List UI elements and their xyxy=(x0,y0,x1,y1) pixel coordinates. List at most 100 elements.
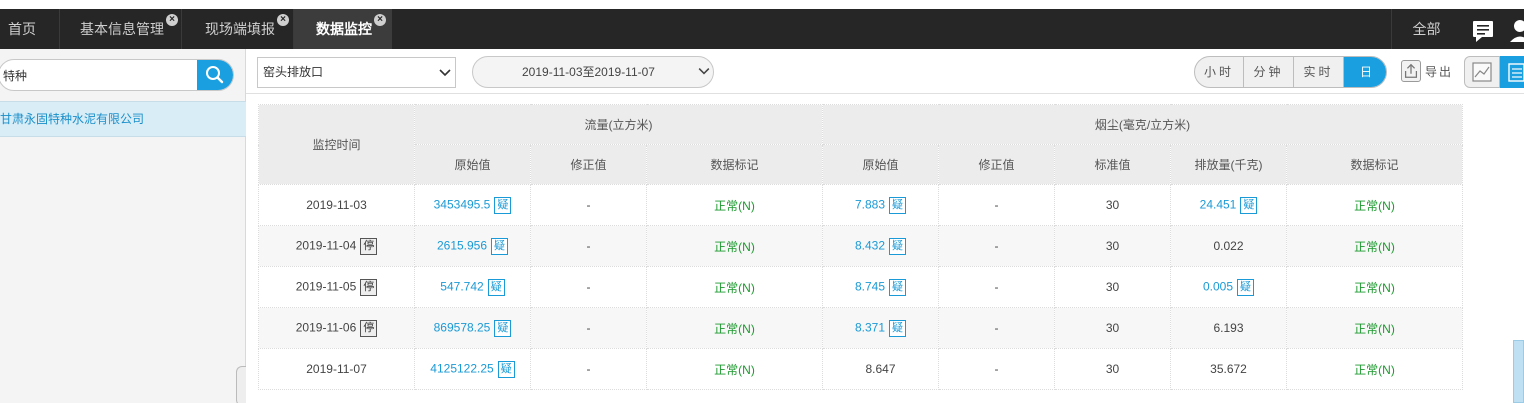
close-icon[interactable]: × xyxy=(166,14,178,26)
stop-tag[interactable]: 停 xyxy=(360,319,378,337)
doubt-tag[interactable]: 疑 xyxy=(1237,278,1255,296)
cell-dust-mark: 正常(N) xyxy=(1286,266,1463,308)
tab-home[interactable]: 首页 xyxy=(0,9,60,49)
date-range-select[interactable]: 2019-11-03至2019-11-07 xyxy=(472,56,714,88)
close-icon[interactable]: × xyxy=(277,14,289,26)
date-value: 2019-11-04 xyxy=(295,238,357,253)
cell-dust-fix: - xyxy=(938,307,1055,349)
outlet-select-value: 窑头排放口 xyxy=(263,65,324,79)
doubt-tag[interactable]: 疑 xyxy=(487,278,505,296)
tab-basic-info[interactable]: 基本信息管理 × xyxy=(60,9,182,49)
doubt-tag[interactable]: 疑 xyxy=(497,360,515,378)
table-row: 2019-11-07 4125122.25 疑 - 正常(N) 8.647 - 3… xyxy=(258,348,1463,390)
cell-dust-raw: 8.647 xyxy=(822,348,939,390)
close-icon[interactable]: × xyxy=(374,14,386,26)
toolbar-divider xyxy=(246,93,1524,94)
group-header-dust: 烟尘(毫克/立方米) xyxy=(822,104,1463,145)
stop-tag[interactable]: 停 xyxy=(360,237,378,255)
message-button[interactable] xyxy=(1464,9,1502,49)
cell-date: 2019-11-04 停 xyxy=(258,225,415,267)
doubt-tag[interactable]: 疑 xyxy=(1240,196,1258,214)
cell-date: 2019-11-07 xyxy=(258,348,415,390)
outlet-select[interactable]: 窑头排放口 xyxy=(257,57,456,88)
stop-tag[interactable]: 停 xyxy=(360,278,378,296)
granularity-minute-button[interactable]: 分钟 xyxy=(1244,57,1294,87)
flow-raw-link[interactable]: 4125122.25 xyxy=(430,361,493,375)
company-list-item[interactable]: 甘肃永固特种水泥有限公司 xyxy=(0,101,246,137)
dust-raw-value: 8.647 xyxy=(865,362,896,376)
doubt-tag[interactable]: 疑 xyxy=(494,196,512,214)
col-header-flow-fix: 修正值 xyxy=(530,144,647,185)
search-button[interactable] xyxy=(197,60,233,90)
cell-flow-mark: 正常(N) xyxy=(646,225,823,267)
cell-date: 2019-11-06 停 xyxy=(258,307,415,349)
doubt-tag[interactable]: 疑 xyxy=(491,237,509,255)
col-header-dust-raw: 原始值 xyxy=(822,144,939,185)
flow-raw-link[interactable]: 2615.956 xyxy=(437,238,487,252)
dust-raw-link[interactable]: 8.432 xyxy=(855,238,885,252)
col-header-time: 监控时间 xyxy=(258,104,415,185)
cell-flow-raw: 869578.25 疑 xyxy=(414,307,531,349)
all-menu-label: 全部 xyxy=(1412,21,1441,37)
granularity-day-button[interactable]: 日 xyxy=(1344,57,1386,87)
doubt-tag[interactable]: 疑 xyxy=(889,237,907,255)
search-input[interactable] xyxy=(0,60,199,90)
message-icon xyxy=(1473,21,1493,42)
dust-emit-link[interactable]: 0.005 xyxy=(1203,279,1233,293)
chevron-down-icon xyxy=(439,69,451,77)
cell-dust-std: 30 xyxy=(1054,307,1171,349)
cell-dust-mark: 正常(N) xyxy=(1286,348,1463,390)
tab-onsite-report-label: 现场端填报 xyxy=(205,21,275,37)
tab-onsite-report[interactable]: 现场端填报 × xyxy=(182,9,294,49)
cell-dust-emit: 0.022 xyxy=(1170,225,1287,267)
col-header-dust-std: 标准值 xyxy=(1054,144,1171,185)
dust-raw-link[interactable]: 8.745 xyxy=(855,279,885,293)
doubt-tag[interactable]: 疑 xyxy=(889,319,907,337)
table-row: 2019-11-03 3453495.5 疑 - 正常(N) 7.883 疑 - 3… xyxy=(258,184,1463,226)
doubt-tag[interactable]: 疑 xyxy=(889,196,907,214)
group-header-flow: 流量(立方米) xyxy=(414,104,823,145)
doubt-tag[interactable]: 疑 xyxy=(889,278,907,296)
sidebar-collapse-handle[interactable] xyxy=(236,366,246,403)
dust-raw-link[interactable]: 8.371 xyxy=(855,320,885,334)
cell-dust-raw: 8.432 疑 xyxy=(822,225,939,267)
cell-flow-fix: - xyxy=(530,184,647,226)
side-float-button[interactable] xyxy=(1513,340,1524,403)
cell-dust-std: 30 xyxy=(1054,225,1171,267)
cell-dust-raw: 8.745 疑 xyxy=(822,266,939,308)
table-view-button[interactable] xyxy=(1500,56,1524,88)
tab-basic-info-label: 基本信息管理 xyxy=(80,21,164,37)
cell-dust-emit: 6.193 xyxy=(1170,307,1287,349)
date-range-value: 2019-11-03至2019-11-07 xyxy=(522,65,655,79)
search-icon xyxy=(206,66,224,84)
granularity-minute-label: 分钟 xyxy=(1253,65,1284,79)
table-row: 2019-11-06 停 869578.25 疑 - 正常(N) 8.371 疑 - … xyxy=(258,307,1463,349)
monitor-data-table: 监控时间 流量(立方米) 烟尘(毫克/立方米) 原始值 修正值 数据标记 原始值… xyxy=(258,104,1463,390)
cell-dust-fix: - xyxy=(938,184,1055,226)
granularity-realtime-button[interactable]: 实时 xyxy=(1294,57,1344,87)
cell-flow-mark: 正常(N) xyxy=(646,184,823,226)
dust-emit-value: 0.022 xyxy=(1213,239,1244,253)
cell-date: 2019-11-05 停 xyxy=(258,266,415,308)
doubt-tag[interactable]: 疑 xyxy=(494,319,512,337)
flow-raw-link[interactable]: 3453495.5 xyxy=(434,197,491,211)
company-sidebar: 甘肃永固特种水泥有限公司 xyxy=(0,49,246,403)
chart-icon xyxy=(1472,62,1492,82)
export-label: 导出 xyxy=(1425,65,1454,79)
col-header-dust-fix: 修正值 xyxy=(938,144,1055,185)
chevron-down-icon xyxy=(698,68,710,75)
chart-view-button[interactable] xyxy=(1464,56,1500,88)
dust-emit-link[interactable]: 24.451 xyxy=(1200,197,1237,211)
cell-dust-std: 30 xyxy=(1054,184,1171,226)
flow-raw-link[interactable]: 547.742 xyxy=(440,279,483,293)
export-button[interactable]: 导出 xyxy=(1401,60,1461,84)
user-button[interactable] xyxy=(1506,9,1524,49)
cell-dust-raw: 7.883 疑 xyxy=(822,184,939,226)
granularity-hour-button[interactable]: 小时 xyxy=(1195,57,1244,87)
dust-raw-link[interactable]: 7.883 xyxy=(855,197,885,211)
cell-flow-mark: 正常(N) xyxy=(646,348,823,390)
cell-flow-fix: - xyxy=(530,225,647,267)
all-menu-button[interactable]: 全部 xyxy=(1391,9,1461,49)
tab-data-monitor[interactable]: 数据监控 × xyxy=(294,9,392,49)
flow-raw-link[interactable]: 869578.25 xyxy=(434,320,491,334)
